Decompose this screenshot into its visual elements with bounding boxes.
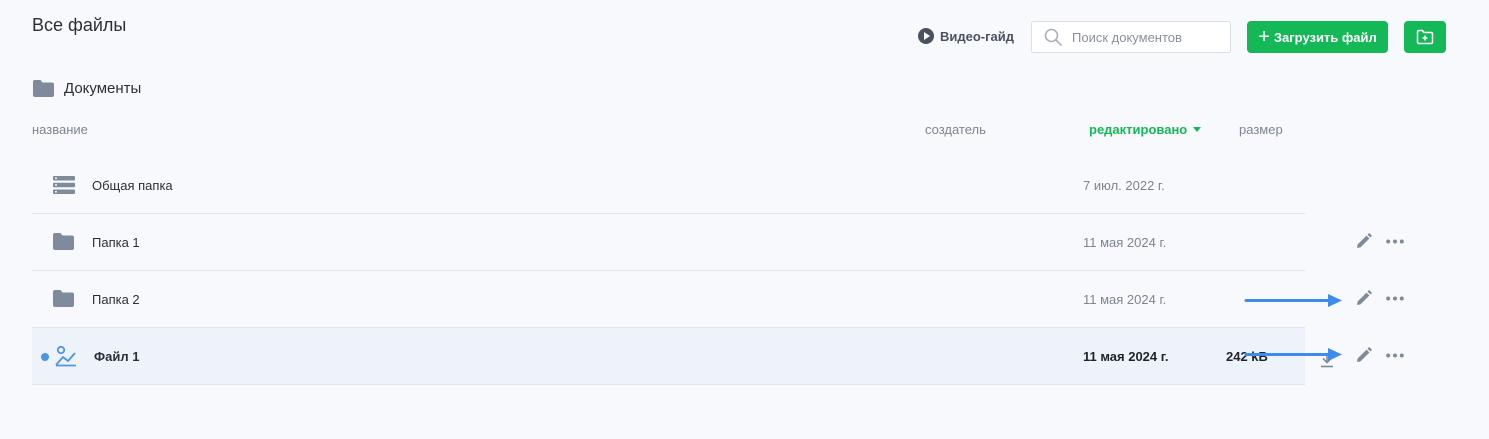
video-guide-label: Видео-гайд: [940, 28, 1015, 44]
search-input[interactable]: [1072, 29, 1212, 45]
table-row[interactable]: Общая папка 7 июл. 2022 г.: [32, 157, 1305, 214]
page-title: Все файлы: [32, 15, 127, 35]
more-options-button[interactable]: [1386, 296, 1404, 301]
pencil-icon: [1357, 290, 1372, 305]
folder-icon: [53, 290, 74, 307]
search-icon: [1044, 28, 1062, 46]
upload-file-label: Загрузить файл: [1273, 29, 1377, 45]
table-row[interactable]: Папка 1 11 мая 2024 г.: [32, 214, 1305, 271]
plus-icon: +: [1258, 26, 1270, 48]
breadcrumb-label[interactable]: Документы: [64, 80, 141, 97]
folder-icon: [33, 80, 54, 97]
column-header-creator[interactable]: создатель: [925, 122, 986, 137]
row-name[interactable]: Общая папка: [92, 178, 173, 193]
row-name[interactable]: Папка 2: [92, 292, 140, 307]
row-edited-date: 7 июл. 2022 г.: [1083, 178, 1165, 193]
row-edited-date: 11 мая 2024 г.: [1083, 235, 1167, 250]
search-box: [1031, 21, 1231, 53]
row-name[interactable]: Папка 1: [92, 235, 140, 250]
pencil-icon: [1357, 347, 1372, 362]
more-options-button[interactable]: [1386, 353, 1404, 358]
row-edited-date: 11 мая 2024 г.: [1083, 292, 1167, 307]
shared-storage-icon: [53, 176, 75, 194]
annotation-arrow-icon: [1244, 294, 1342, 307]
unread-indicator-dot: [41, 353, 49, 361]
more-options-button[interactable]: [1386, 239, 1404, 244]
row-actions: [1355, 290, 1404, 307]
upload-file-button[interactable]: + Загрузить файл: [1247, 21, 1388, 53]
more-horizontal-icon: [1386, 239, 1404, 244]
edit-button[interactable]: [1355, 290, 1372, 307]
table-row[interactable]: Файл 1 11 мая 2024 г. 242 kB: [32, 328, 1305, 385]
column-header-edited[interactable]: редактировано: [1089, 122, 1202, 137]
more-horizontal-icon: [1386, 353, 1404, 358]
play-icon: [918, 28, 934, 44]
sort-desc-icon: [1193, 127, 1202, 132]
row-actions: [1355, 233, 1404, 250]
annotation-arrow-icon: [1244, 348, 1342, 361]
image-file-icon: [55, 345, 76, 367]
column-header-name[interactable]: название: [32, 122, 88, 137]
video-guide-link[interactable]: Видео-гайд: [918, 28, 1014, 44]
pencil-icon: [1357, 233, 1372, 248]
edit-button[interactable]: [1355, 233, 1372, 250]
folder-icon: [53, 233, 74, 250]
table-row[interactable]: Папка 2 11 мая 2024 г.: [32, 271, 1305, 328]
row-actions: [1355, 347, 1404, 364]
breadcrumb: Документы: [33, 80, 141, 97]
new-folder-button[interactable]: [1404, 21, 1446, 53]
column-header-edited-label: редактировано: [1089, 122, 1188, 137]
row-edited-date: 11 мая 2024 г.: [1083, 349, 1169, 364]
row-name[interactable]: Файл 1: [94, 349, 139, 364]
edit-button[interactable]: [1355, 347, 1372, 364]
folder-plus-icon: [1416, 29, 1434, 45]
more-horizontal-icon: [1386, 296, 1404, 301]
column-header-size[interactable]: размер: [1239, 122, 1283, 137]
